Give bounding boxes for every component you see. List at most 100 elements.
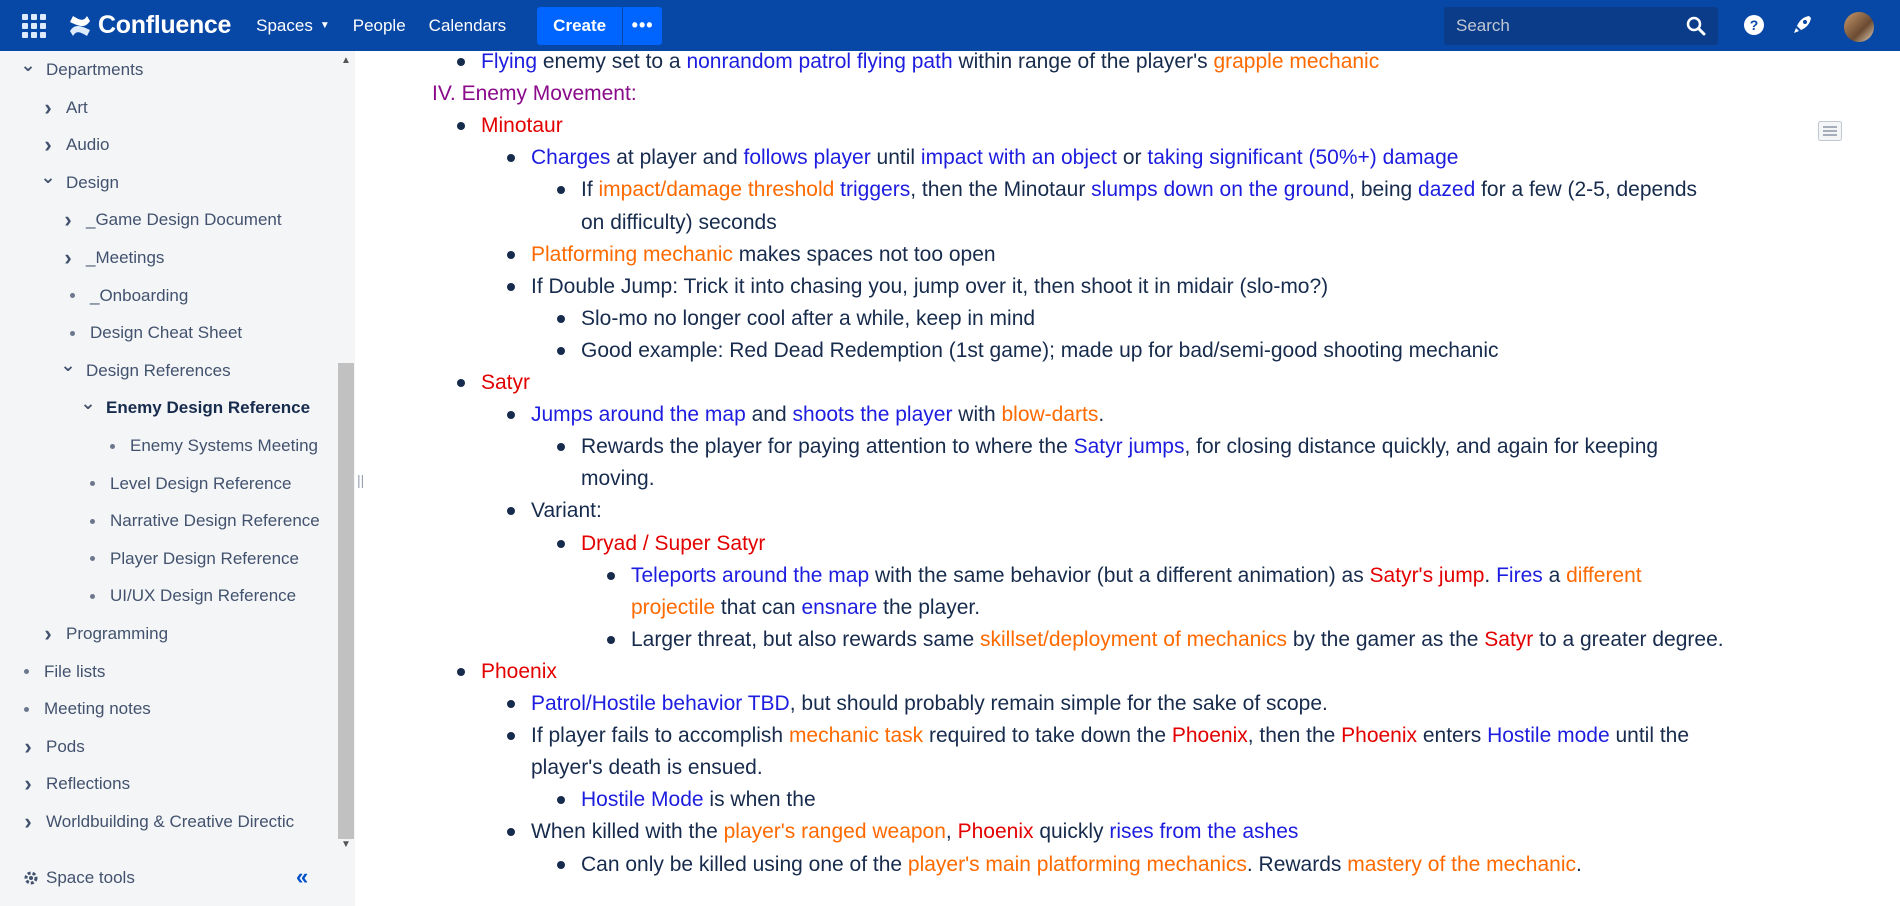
collapse-sidebar-icon[interactable]: «	[296, 864, 308, 890]
nav-spaces-label: Spaces	[256, 15, 313, 35]
highlight-blue: shoots the player	[792, 403, 953, 427]
chevron-right-icon[interactable]: ›	[40, 621, 56, 647]
nav-people[interactable]: People	[353, 16, 406, 36]
list-bullet-icon	[457, 58, 465, 66]
sidebar-item-label: Reflections	[46, 774, 131, 794]
sidebar-item[interactable]: UI/UX Design Reference	[84, 581, 296, 611]
sidebar-item[interactable]: › Audio	[40, 130, 109, 160]
text: player's death is ensued.	[531, 756, 763, 780]
sidebar-item[interactable]: ⌄ Design	[40, 167, 119, 198]
content-line: When killed with the player's ranged wea…	[531, 816, 1298, 848]
highlight-blue: slumps down on the ground	[1091, 178, 1350, 202]
bullet-icon	[64, 293, 80, 298]
content-line: Satyr	[481, 367, 530, 399]
sidebar-item-label: Meeting notes	[44, 699, 151, 719]
chevron-right-icon[interactable]: ›	[20, 771, 36, 797]
chevron-right-icon[interactable]: ›	[40, 95, 56, 121]
rocket-icon[interactable]	[1791, 14, 1813, 36]
sidebar-item[interactable]: › Reflections	[20, 769, 130, 799]
list-bullet-icon	[557, 539, 565, 548]
table-of-contents-icon[interactable]	[1818, 121, 1842, 141]
sidebar-item[interactable]: › Art	[40, 93, 87, 123]
sidebar-item-label: _Meetings	[86, 248, 165, 267]
highlight-red: Phoenix	[957, 820, 1034, 844]
text: If Double Jump: Trick it into chasing yo…	[531, 274, 1329, 298]
highlight-blue: Teleports around the map	[631, 563, 870, 587]
scroll-up-arrow-icon[interactable]: ▲	[338, 55, 354, 66]
sidebar-item[interactable]: › Worldbuilding & Creative Directic	[20, 807, 294, 837]
chevron-down-icon[interactable]: ⌄	[60, 355, 76, 376]
sidebar-item[interactable]: Player Design Reference	[84, 544, 299, 574]
sidebar-item[interactable]: File lists	[18, 657, 105, 687]
chevron-down-icon[interactable]: ⌄	[20, 55, 36, 76]
search-icon[interactable]	[1686, 16, 1706, 36]
text: Variant:	[531, 499, 602, 523]
chevron-right-icon[interactable]: ›	[60, 207, 76, 233]
sidebar-item[interactable]: Enemy Systems Meeting	[104, 431, 318, 461]
nav-spaces[interactable]: Spaces ▼	[256, 16, 330, 36]
chevron-right-icon[interactable]: ›	[40, 132, 56, 158]
highlight-blue: Flying	[481, 51, 538, 73]
highlight-blue: dazed	[1418, 178, 1476, 202]
scroll-down-arrow-icon[interactable]: ▼	[338, 839, 354, 850]
user-avatar[interactable]	[1844, 12, 1874, 42]
sidebar-scrollbar-thumb[interactable]	[338, 363, 354, 839]
sidebar-resize-handle[interactable]: ||	[357, 472, 364, 488]
highlight-blue: follows player	[743, 146, 871, 170]
space-tools-button[interactable]: Space tools	[22, 868, 135, 888]
highlight-red: Phoenix	[1341, 724, 1418, 748]
chevron-right-icon[interactable]: ›	[20, 809, 36, 835]
content-line: Larger threat, but also rewards same ski…	[631, 624, 1724, 656]
app-switcher-icon[interactable]	[22, 13, 46, 38]
sidebar-item[interactable]: ⌄ Enemy Design Reference	[80, 393, 310, 423]
list-bullet-icon	[507, 411, 515, 420]
sidebar-item[interactable]: Level Design Reference	[84, 469, 291, 499]
nav-calendars[interactable]: Calendars	[429, 16, 507, 36]
chevron-down-icon[interactable]: ⌄	[80, 393, 96, 414]
highlight-orange: Platforming mechanic	[531, 242, 733, 266]
sidebar-item[interactable]: Meeting notes	[18, 694, 151, 724]
highlight-red: Phoenix	[481, 659, 557, 683]
search-input[interactable]	[1456, 16, 1676, 36]
search-box[interactable]	[1444, 7, 1718, 45]
text: moving.	[581, 467, 655, 491]
sidebar-item[interactable]: ⌄ Design References	[60, 355, 230, 386]
sidebar-item[interactable]: _Onboarding	[64, 281, 188, 311]
create-more-button[interactable]: •••	[622, 6, 663, 45]
chevron-right-icon[interactable]: ›	[60, 245, 76, 271]
list-bullet-icon	[507, 507, 515, 516]
sidebar-item[interactable]: › _Game Design Document	[60, 205, 281, 235]
sidebar-item[interactable]: › Pods	[20, 732, 84, 762]
list-bullet-icon	[557, 346, 565, 355]
nav-calendars-label: Calendars	[428, 15, 507, 35]
text: with the same behavior (but a different …	[869, 563, 1370, 587]
help-icon[interactable]: ?	[1743, 14, 1765, 36]
sidebar-item[interactable]: Design Cheat Sheet	[64, 318, 242, 348]
highlight-blue: Patrol/Hostile behavior TBD	[531, 692, 790, 715]
text: When killed with the	[531, 820, 724, 844]
sidebar-item[interactable]: › _Meetings	[60, 243, 164, 273]
chevron-down-icon[interactable]: ⌄	[40, 167, 56, 188]
app-name: Confluence	[98, 11, 232, 39]
confluence-logo[interactable]: Confluence	[68, 11, 231, 40]
sidebar-item[interactable]: › Programming	[40, 619, 168, 649]
sidebar-item[interactable]: Narrative Design Reference	[84, 506, 320, 536]
text: Larger threat, but also rewards same	[631, 627, 981, 651]
text: Rewards the player for paying attention …	[581, 435, 1074, 459]
text: makes spaces not too open	[732, 242, 996, 266]
create-button[interactable]: Create	[537, 6, 623, 45]
text: to a greater degree.	[1533, 627, 1724, 651]
sidebar-item-label: Design	[66, 172, 119, 192]
bullet-icon	[84, 594, 100, 599]
sidebar-item[interactable]: ⌄ Departments	[20, 55, 143, 85]
sidebar-item-label: Level Design Reference	[110, 473, 292, 493]
text: , but should probably remain simple for …	[789, 692, 1328, 715]
content-line: Can only be killed using one of the play…	[581, 849, 1582, 881]
text: with	[952, 403, 1002, 427]
page-tree: ⌄ Departments › Art › Audio ⌄ Design › _Game Desi…	[0, 51, 336, 841]
chevron-right-icon[interactable]: ›	[20, 734, 36, 760]
text: quickly	[1033, 820, 1110, 844]
highlight-blue: Hostile mode	[1487, 724, 1610, 748]
text: by the gamer as the	[1287, 627, 1485, 651]
highlight-orange: different	[1566, 563, 1642, 587]
